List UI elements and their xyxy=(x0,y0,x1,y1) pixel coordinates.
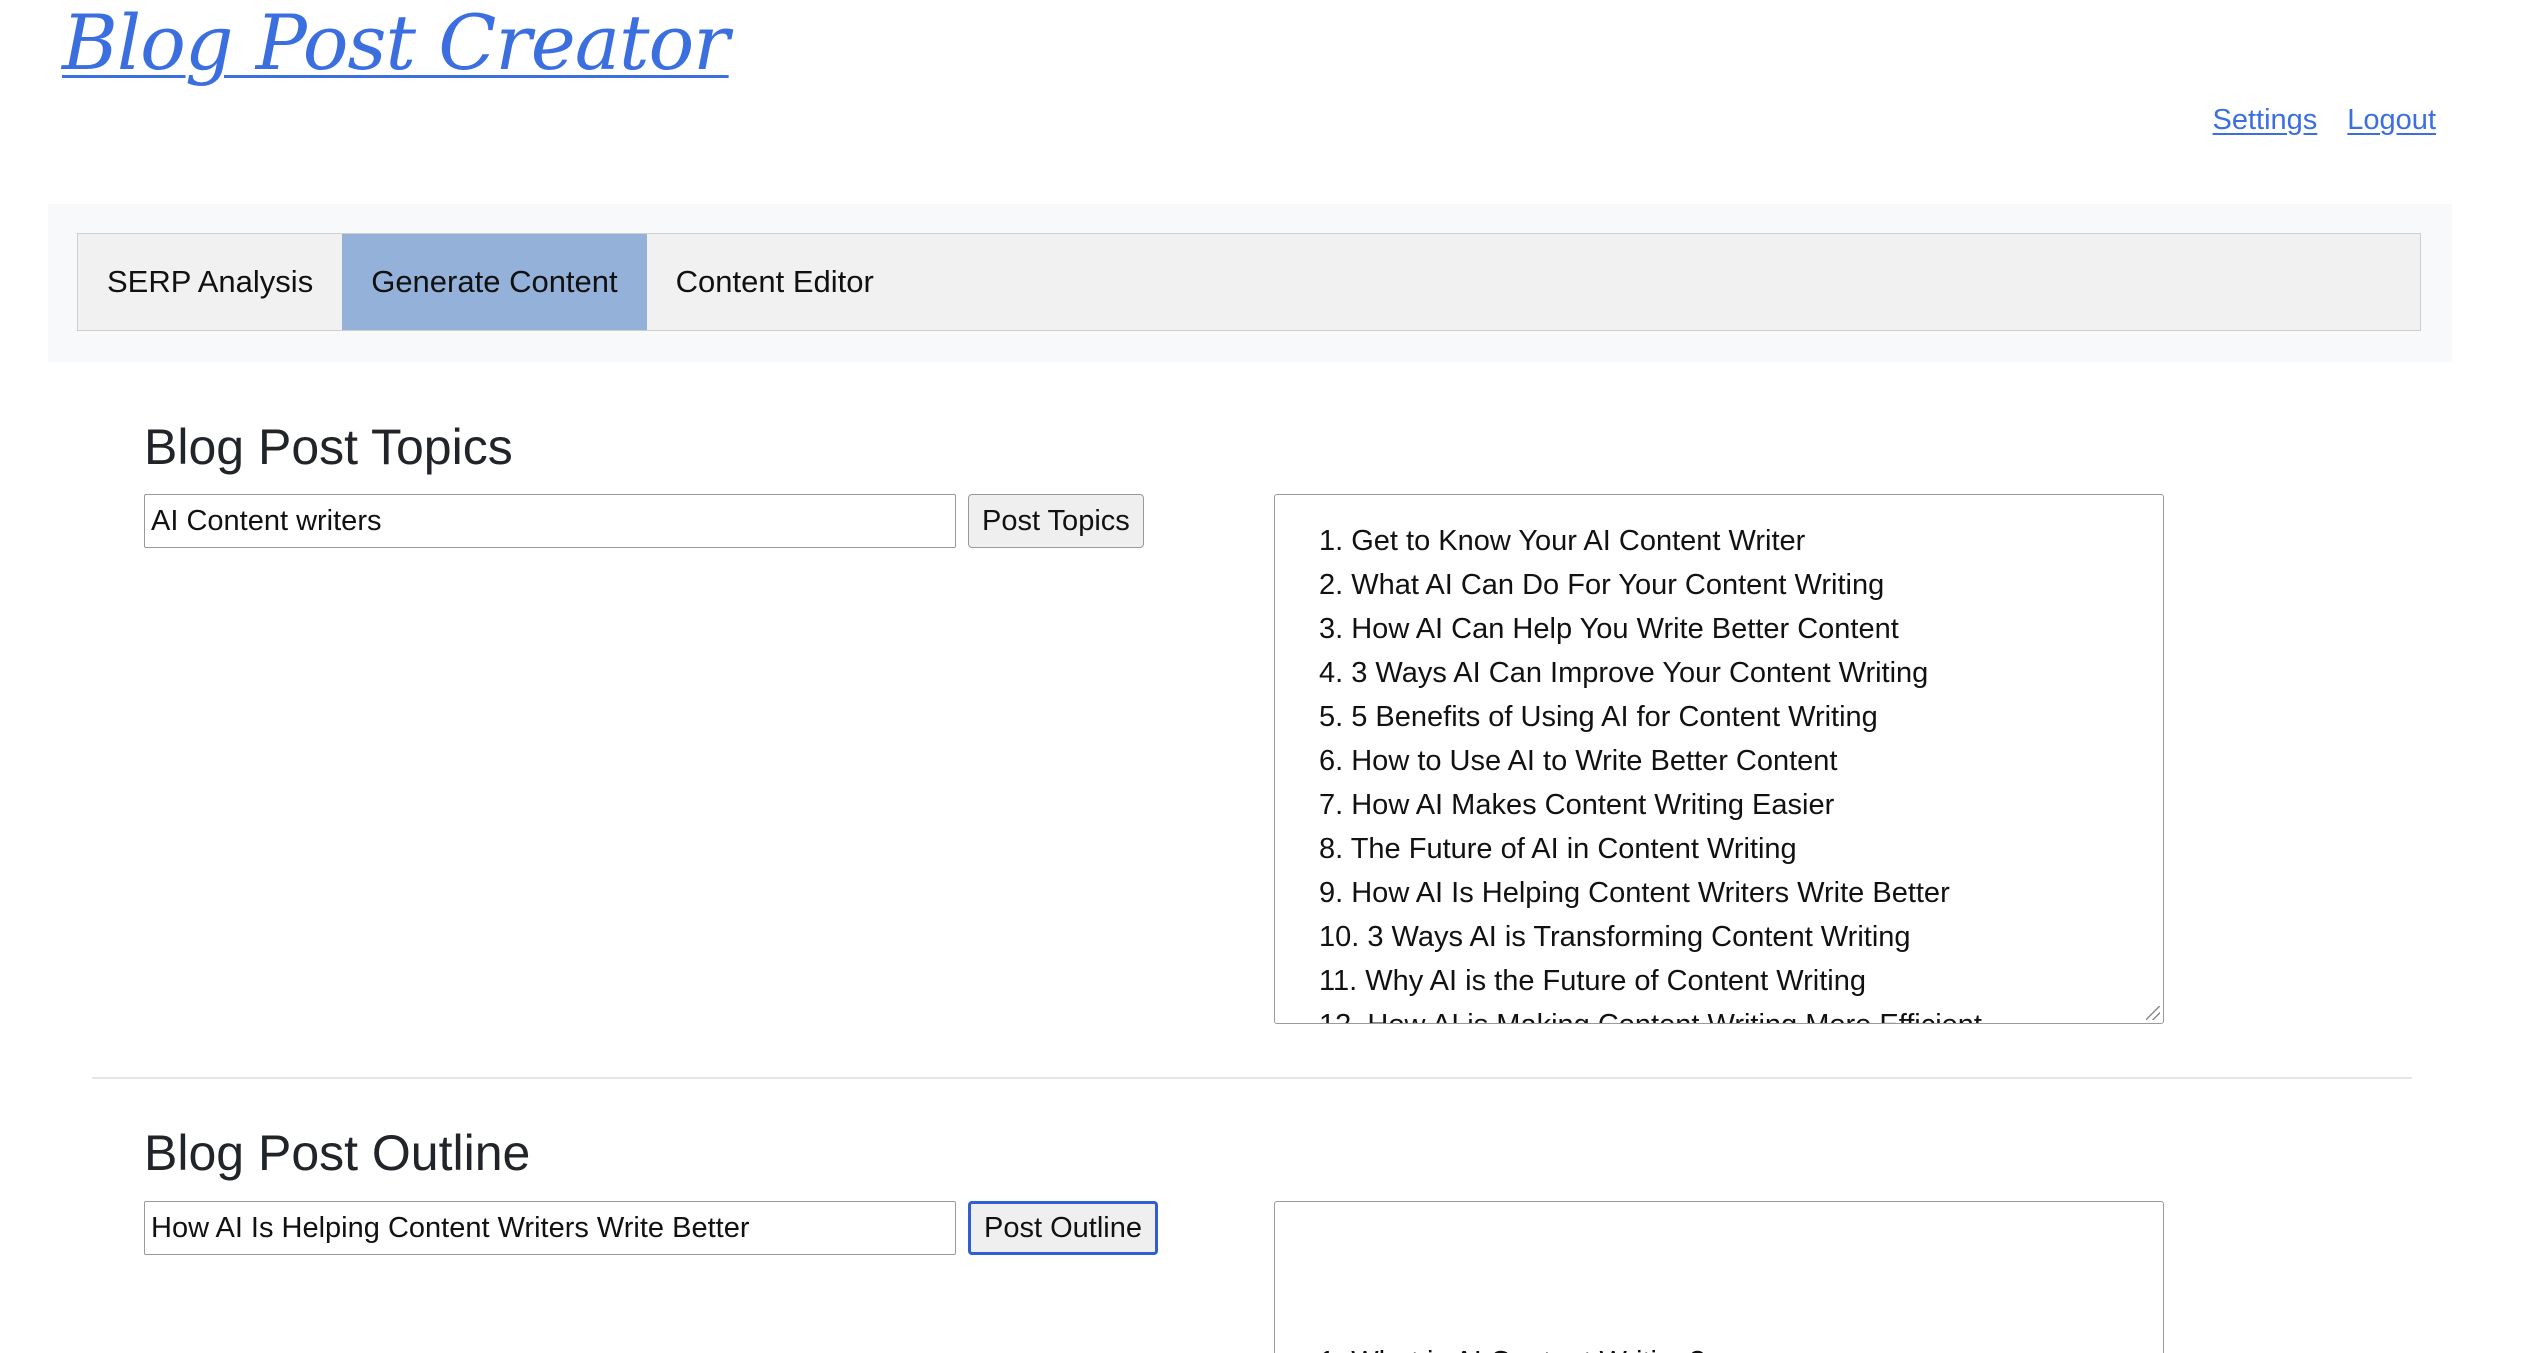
topics-results-list: 1. Get to Know Your AI Content Writer 2.… xyxy=(1275,495,2163,1023)
tab-content-editor[interactable]: Content Editor xyxy=(647,234,903,330)
list-item: 2. What AI Can Do For Your Content Writi… xyxy=(1319,569,1885,601)
settings-link[interactable]: Settings xyxy=(2213,104,2318,137)
post-outline-button[interactable]: Post Outline xyxy=(968,1201,1158,1255)
topics-section-title: Blog Post Topics xyxy=(144,419,513,475)
resize-grip-icon[interactable] xyxy=(2146,1006,2160,1020)
brand-title-link[interactable]: Blog Post Creator xyxy=(62,0,730,87)
topics-results-textarea[interactable]: 1. Get to Know Your AI Content Writer 2.… xyxy=(1274,494,2164,1024)
list-item: 8. The Future of AI in Content Writing xyxy=(1319,833,1797,865)
topics-keyword-input[interactable] xyxy=(144,494,956,548)
post-topics-button[interactable]: Post Topics xyxy=(968,494,1144,548)
section-divider xyxy=(92,1077,2412,1079)
list-item: 10. 3 Ways AI is Transforming Content Wr… xyxy=(1319,921,1911,953)
list-item: 12. How AI is Making Content Writing Mor… xyxy=(1319,1003,2163,1023)
page: Blog Post Creator Settings Logout SERP A… xyxy=(0,0,2526,1353)
list-item: 9. How AI Is Helping Content Writers Wri… xyxy=(1319,877,1950,909)
list-item: 7. How AI Makes Content Writing Easier xyxy=(1319,789,1835,821)
tab-generate-content[interactable]: Generate Content xyxy=(342,234,647,330)
list-item: 1. What is AI Content Writing? xyxy=(1319,1340,2163,1353)
tab-serp-analysis[interactable]: SERP Analysis xyxy=(78,234,342,330)
logout-link[interactable]: Logout xyxy=(2347,104,2436,137)
list-item: 11. Why AI is the Future of Content Writ… xyxy=(1319,965,1866,997)
outline-topic-input[interactable] xyxy=(144,1201,956,1255)
top-links: Settings Logout xyxy=(2213,104,2437,137)
list-item: 6. How to Use AI to Write Better Content xyxy=(1319,745,1838,777)
outline-results-list: 1. What is AI Content Writing? xyxy=(1275,1202,2163,1353)
tabs-container: SERP Analysis Generate Content Content E… xyxy=(48,204,2452,362)
list-item: 1. Get to Know Your AI Content Writer xyxy=(1319,525,1806,557)
outline-section-title: Blog Post Outline xyxy=(144,1125,531,1181)
list-item: 4. 3 Ways AI Can Improve Your Content Wr… xyxy=(1319,657,1929,689)
list-item: 3. How AI Can Help You Write Better Cont… xyxy=(1319,613,1899,645)
outline-results-textarea[interactable]: 1. What is AI Content Writing? xyxy=(1274,1201,2164,1353)
tab-bar: SERP Analysis Generate Content Content E… xyxy=(77,233,2421,331)
list-item: 5. 5 Benefits of Using AI for Content Wr… xyxy=(1319,701,1878,733)
